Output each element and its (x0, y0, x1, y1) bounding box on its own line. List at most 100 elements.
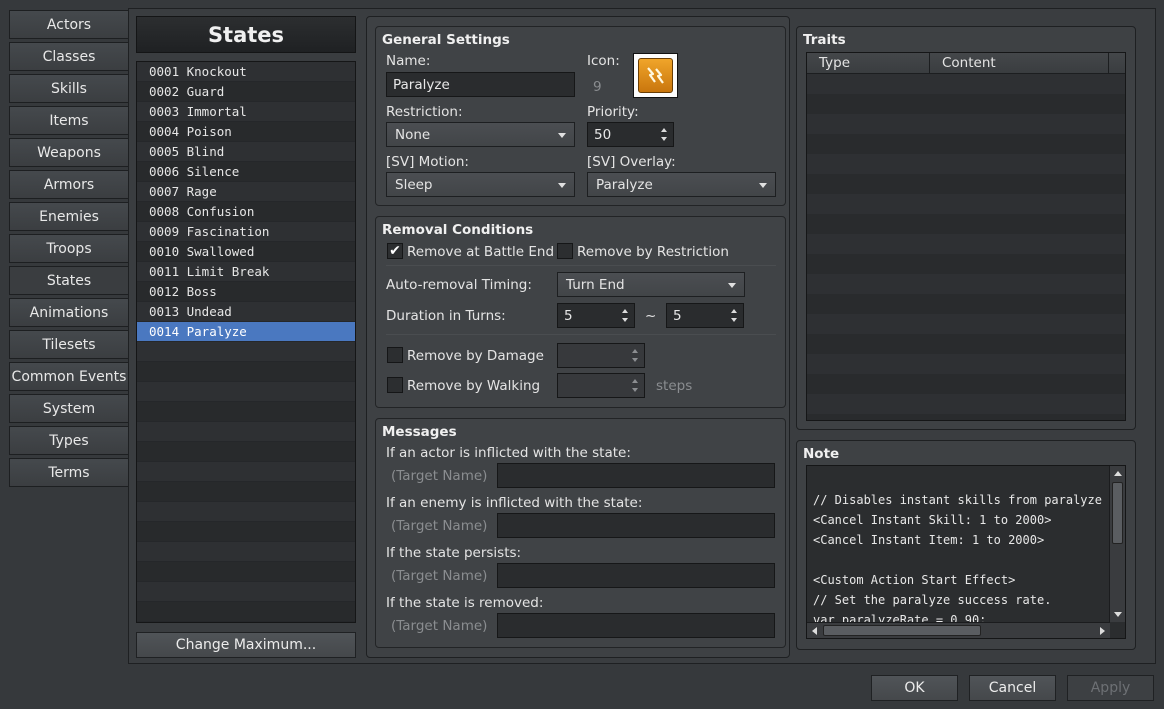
name-field[interactable]: Paralyze (386, 72, 575, 97)
list-item[interactable]: 0003 Immortal (137, 102, 355, 122)
stepper-down-icon[interactable] (632, 388, 638, 392)
table-row[interactable] (807, 194, 1125, 214)
list-item[interactable] (137, 442, 355, 462)
stepper-down-icon[interactable] (632, 358, 638, 362)
tab-terms[interactable]: Terms (9, 458, 129, 487)
icon-picker[interactable] (633, 53, 678, 98)
list-item[interactable] (137, 562, 355, 582)
table-row[interactable] (807, 94, 1125, 114)
scroll-left-icon[interactable] (812, 627, 817, 635)
table-row[interactable] (807, 394, 1125, 414)
stepper-up-icon[interactable] (622, 309, 628, 313)
walking-stepper[interactable] (557, 373, 645, 398)
stepper-up-icon[interactable] (731, 309, 737, 313)
tab-troops[interactable]: Troops (9, 234, 129, 263)
note-vertical-scrollbar[interactable] (1109, 466, 1125, 622)
table-row[interactable] (807, 294, 1125, 314)
list-item[interactable] (137, 362, 355, 382)
list-item[interactable]: 0009 Fascination (137, 222, 355, 242)
timing-select[interactable]: Turn End (557, 272, 745, 297)
priority-stepper[interactable]: 50 (587, 122, 674, 147)
table-row[interactable] (807, 274, 1125, 294)
motion-select[interactable]: Sleep (386, 172, 575, 197)
list-item[interactable]: 0012 Boss (137, 282, 355, 302)
list-item[interactable] (137, 502, 355, 522)
tab-types[interactable]: Types (9, 426, 129, 455)
table-row[interactable] (807, 114, 1125, 134)
ok-button[interactable]: OK (871, 675, 958, 701)
table-row[interactable] (807, 374, 1125, 394)
stepper-down-icon[interactable] (661, 137, 667, 141)
message-field[interactable] (497, 513, 775, 538)
change-maximum-button[interactable]: Change Maximum... (136, 632, 356, 658)
cancel-button[interactable]: Cancel (969, 675, 1056, 701)
table-row[interactable] (807, 214, 1125, 234)
scroll-thumb[interactable] (1112, 482, 1123, 544)
table-row[interactable] (807, 154, 1125, 174)
traits-col-type[interactable]: Type (807, 53, 930, 73)
stepper-up-icon[interactable] (632, 349, 638, 353)
tab-states[interactable]: States (9, 266, 129, 295)
duration-max-stepper[interactable]: 5 (666, 303, 744, 328)
list-item[interactable]: 0005 Blind (137, 142, 355, 162)
tab-animations[interactable]: Animations (9, 298, 129, 327)
list-item[interactable] (137, 342, 355, 362)
apply-button[interactable]: Apply (1067, 675, 1154, 701)
scroll-right-icon[interactable] (1100, 627, 1105, 635)
list-item[interactable] (137, 602, 355, 622)
traits-table[interactable]: Type Content (806, 52, 1126, 421)
list-item[interactable] (137, 542, 355, 562)
restriction-select[interactable]: None (386, 122, 575, 147)
tab-system[interactable]: System (9, 394, 129, 423)
list-item[interactable]: 0004 Poison (137, 122, 355, 142)
table-row[interactable] (807, 414, 1125, 420)
stepper-up-icon[interactable] (632, 379, 638, 383)
table-row[interactable] (807, 134, 1125, 154)
overlay-select[interactable]: Paralyze (587, 172, 776, 197)
tab-classes[interactable]: Classes (9, 42, 129, 71)
table-row[interactable] (807, 234, 1125, 254)
list-item[interactable]: 0008 Confusion (137, 202, 355, 222)
message-field[interactable] (497, 463, 775, 488)
list-item[interactable]: 0010 Swallowed (137, 242, 355, 262)
note-textarea[interactable]: // Disables instant skills from paralyze… (806, 465, 1126, 639)
list-item[interactable]: 0013 Undead (137, 302, 355, 322)
table-row[interactable] (807, 334, 1125, 354)
list-item[interactable] (137, 522, 355, 542)
list-item[interactable]: 0014 Paralyze (137, 322, 355, 342)
scroll-up-icon[interactable] (1114, 471, 1122, 476)
tab-armors[interactable]: Armors (9, 170, 129, 199)
scroll-thumb[interactable] (823, 625, 981, 636)
note-horizontal-scrollbar[interactable] (807, 622, 1110, 638)
tab-items[interactable]: Items (9, 106, 129, 135)
stepper-up-icon[interactable] (661, 128, 667, 132)
list-item[interactable]: 0002 Guard (137, 82, 355, 102)
list-item[interactable] (137, 482, 355, 502)
note-text[interactable]: // Disables instant skills from paralyze… (813, 470, 1109, 622)
list-item[interactable]: 0007 Rage (137, 182, 355, 202)
walking-checkbox[interactable] (387, 377, 403, 393)
list-item[interactable] (137, 422, 355, 442)
tab-actors[interactable]: Actors (9, 10, 129, 39)
list-item[interactable] (137, 462, 355, 482)
table-row[interactable] (807, 174, 1125, 194)
damage-checkbox[interactable] (387, 347, 403, 363)
tab-common-events[interactable]: Common Events (9, 362, 129, 391)
list-item[interactable] (137, 382, 355, 402)
tab-skills[interactable]: Skills (9, 74, 129, 103)
tab-enemies[interactable]: Enemies (9, 202, 129, 231)
stepper-down-icon[interactable] (731, 318, 737, 322)
message-field[interactable] (497, 613, 775, 638)
message-field[interactable] (497, 563, 775, 588)
table-row[interactable] (807, 74, 1125, 94)
battle-end-checkbox[interactable]: ✔ (387, 243, 403, 259)
scroll-down-icon[interactable] (1114, 612, 1122, 617)
traits-col-content[interactable]: Content (930, 53, 1109, 73)
stepper-down-icon[interactable] (622, 318, 628, 322)
table-row[interactable] (807, 354, 1125, 374)
table-row[interactable] (807, 254, 1125, 274)
state-list[interactable]: 0001 Knockout 0002 Guard 0003 Immortal 0004… (136, 61, 356, 623)
restriction-checkbox[interactable] (557, 243, 573, 259)
list-item[interactable] (137, 402, 355, 422)
duration-min-stepper[interactable]: 5 (557, 303, 635, 328)
